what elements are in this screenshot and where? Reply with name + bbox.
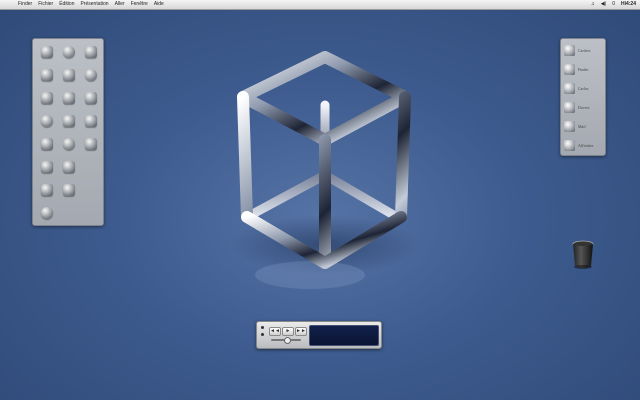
sphere-icon[interactable] [63,46,75,58]
status-area: ♫ ◀) 0 Hi4:24 [585,0,636,9]
menu-presentation[interactable]: Présentation [81,0,109,9]
drive-icon[interactable] [41,207,53,219]
shortcut-label: Mail [578,123,586,129]
menu-fichier[interactable]: Fichier [38,0,53,9]
play-button[interactable]: ► [282,327,294,336]
menu-clock[interactable]: Hi4:24 [621,0,636,9]
menu-fenetre[interactable]: Fenêtre [131,0,148,9]
previous-button[interactable]: ◄◄ [269,327,281,336]
next-button[interactable]: ►► [295,327,307,336]
globe-icon [564,139,575,151]
shortcut-affinities[interactable]: Affinities [564,136,604,154]
camera-icon[interactable] [63,115,75,127]
empty-slot [81,180,101,203]
itunes-widget: ◄◄ ► ►► [256,321,382,349]
shortcut-carities[interactable]: Carities [564,41,604,59]
shortcut-carlos[interactable]: Carlos [564,79,604,97]
chrome-cube-image [230,51,420,289]
lock-icon[interactable] [63,138,75,150]
bug-icon[interactable] [63,69,75,81]
compass-icon[interactable] [63,184,75,196]
brush-icon[interactable] [85,115,97,127]
shortcut-mail[interactable]: Mail [564,117,604,135]
shortcut-finder[interactable]: Finder [564,60,604,78]
menu-aide[interactable]: Aide [154,0,164,9]
battery-indicator[interactable]: 0 [612,0,615,9]
shortcut-label: Carities [578,47,591,53]
envelope-icon [564,120,575,132]
empty-slot [81,157,101,180]
menu-finder[interactable]: Finder [18,0,32,9]
icon-grid [37,42,103,226]
music-note-icon[interactable]: ♫ [591,0,595,9]
shortcut-label: Finder [578,66,589,72]
magnifier-icon[interactable] [85,69,97,81]
shortcut-label: Carlos [578,85,589,91]
satellite-icon[interactable] [85,46,97,58]
shortcut-label: Affinities [578,142,594,148]
empty-slot [59,203,79,226]
tool2-icon[interactable] [41,115,53,127]
disk-icon[interactable] [41,161,53,173]
itunes-display [309,325,379,346]
empty-slot [81,203,101,226]
globe-icon[interactable] [63,92,75,104]
tool-icon[interactable] [41,46,53,58]
app-icon[interactable] [41,92,53,104]
volume-slider[interactable] [271,337,301,344]
user-icon [564,82,575,94]
music-icon [564,101,575,113]
music-icon[interactable] [41,184,53,196]
shortcut-dovers[interactable]: Dovers [564,98,604,116]
menu-bar: Finder Fichier Édition Présentation Alle… [0,0,640,10]
left-icon-panel [32,38,104,226]
trash-icon[interactable] [572,240,594,270]
gear-icon[interactable] [41,69,53,81]
network-icon [564,44,575,56]
right-shortcut-panel: Carities Finder Carlos Dovers Mail Affin… [560,38,606,156]
playback-controls: ◄◄ ► ►► [269,327,308,336]
menu-edition[interactable]: Édition [59,0,74,9]
refresh-icon[interactable] [41,138,53,150]
menu-aller[interactable]: Aller [115,0,125,9]
shortcut-label: Dovers [578,104,590,110]
widget-handle[interactable] [261,326,264,340]
pen-tablet-icon[interactable] [85,138,97,150]
stack-icon[interactable] [63,161,75,173]
finder-icon [564,63,575,75]
volume-icon[interactable]: ◀) [601,0,607,9]
pen-icon[interactable] [85,92,97,104]
volume-knob[interactable] [284,337,291,344]
